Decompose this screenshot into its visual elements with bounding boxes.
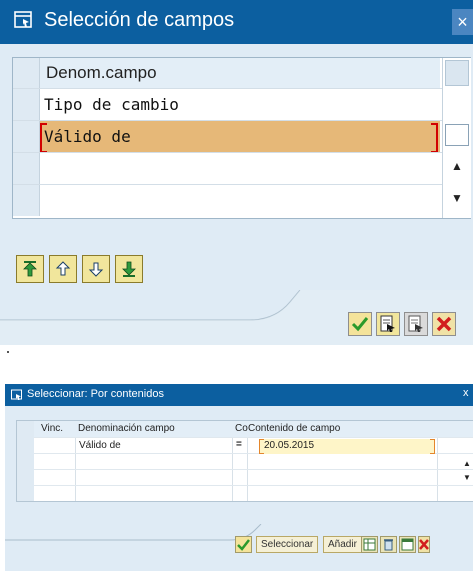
dialog-window-icon [14, 11, 32, 28]
move-bottom-icon [122, 261, 136, 277]
table-row[interactable]: Tipo de cambio [13, 88, 442, 121]
table-row[interactable] [34, 453, 473, 470]
move-top-button[interactable] [16, 255, 44, 283]
field-content-input[interactable]: 20.05.2015 [259, 439, 435, 454]
column-header-content[interactable]: Contenido de campo [248, 423, 340, 434]
footer-divider [0, 290, 473, 345]
row-selector[interactable] [13, 153, 40, 184]
column-settings-button[interactable] [445, 60, 469, 86]
add-button[interactable]: Añadir [323, 536, 362, 553]
tool-button-2[interactable] [380, 536, 397, 553]
execute-icon [380, 315, 395, 332]
content-table: Vinc. Denominación campo Co Contenido de… [16, 420, 473, 502]
move-down-button[interactable] [82, 255, 110, 283]
confirm-icon [237, 539, 250, 551]
table-cell[interactable]: Tipo de cambio [40, 89, 440, 120]
close-button[interactable]: × [452, 9, 473, 35]
tool-button-1[interactable] [361, 536, 378, 553]
column-header-field-name[interactable]: Denominación campo [78, 423, 175, 434]
select-all-cell[interactable] [13, 58, 39, 88]
cancel-icon [436, 316, 452, 332]
execute-alt-button[interactable] [404, 312, 428, 336]
dialog-title: Seleccionar: Por contenidos [27, 388, 164, 400]
row-selector[interactable] [13, 121, 40, 152]
table-cell[interactable] [40, 153, 440, 184]
scroll-down-icon[interactable]: ▼ [463, 473, 471, 482]
tool-button-3[interactable] [399, 536, 416, 553]
scroll-up-icon[interactable]: ▲ [451, 159, 463, 173]
select-by-content-dialog: Seleccionar: Por contenidos x Vinc. Deno… [5, 384, 473, 571]
dialog-window-icon [11, 389, 22, 400]
column-header-operator[interactable]: Co [235, 423, 248, 434]
table-row-selected[interactable]: Válido de [13, 120, 442, 153]
move-top-icon [23, 261, 37, 277]
table-cell[interactable] [40, 185, 440, 216]
table-row[interactable] [34, 469, 473, 486]
dialog-titlebar: Seleccionar: Por contenidos x [5, 384, 473, 406]
operator-cell[interactable]: = [236, 439, 242, 450]
table-row[interactable] [13, 184, 442, 217]
column-header-link[interactable]: Vinc. [41, 423, 63, 434]
row-selector[interactable] [13, 185, 40, 216]
move-up-button[interactable] [49, 255, 77, 283]
table-row[interactable] [34, 485, 473, 502]
confirm-icon [351, 317, 369, 332]
dialog-titlebar: Selección de campos × [0, 0, 473, 44]
vertical-scrollbar[interactable]: ▲ ▼ [442, 58, 471, 218]
table-icon [401, 538, 414, 551]
field-content-value: 20.05.2015 [264, 440, 315, 451]
move-up-icon [55, 261, 71, 276]
cancel-icon [419, 539, 429, 550]
dialog-footer: Seleccionar Añadir [5, 524, 473, 571]
delete-icon [384, 539, 393, 551]
select-button[interactable]: Seleccionar [256, 536, 319, 553]
close-button[interactable]: x [463, 387, 469, 399]
field-name-cell: Válido de [79, 440, 121, 451]
confirm-button[interactable] [235, 536, 252, 553]
scroll-down-icon[interactable]: ▼ [451, 191, 463, 205]
scrollbar-thumb[interactable] [445, 124, 469, 146]
dialog-title: Selección de campos [44, 9, 235, 31]
row-selector[interactable] [13, 89, 40, 120]
move-down-icon [88, 262, 104, 277]
row-selector-column[interactable] [17, 421, 34, 501]
field-selection-dialog: Selección de campos × Denom.campo Tipo d… [0, 0, 473, 345]
dialog-footer [0, 290, 473, 345]
scroll-up-icon[interactable]: ▲ [463, 459, 471, 468]
cancel-button[interactable] [432, 312, 456, 336]
field-table: Denom.campo Tipo de cambio Válido de ▲ ▼ [12, 57, 471, 219]
table-cell[interactable]: Válido de [40, 121, 440, 153]
cancel-button[interactable] [418, 536, 430, 553]
grid-icon [363, 538, 376, 551]
table-row[interactable] [13, 152, 442, 185]
artifact-dot [7, 351, 9, 353]
confirm-button[interactable] [348, 312, 372, 336]
execute-button[interactable] [376, 312, 400, 336]
column-header-field-name[interactable]: Denom.campo [39, 58, 440, 88]
execute-alt-icon [408, 315, 423, 332]
move-bottom-button[interactable] [115, 255, 143, 283]
